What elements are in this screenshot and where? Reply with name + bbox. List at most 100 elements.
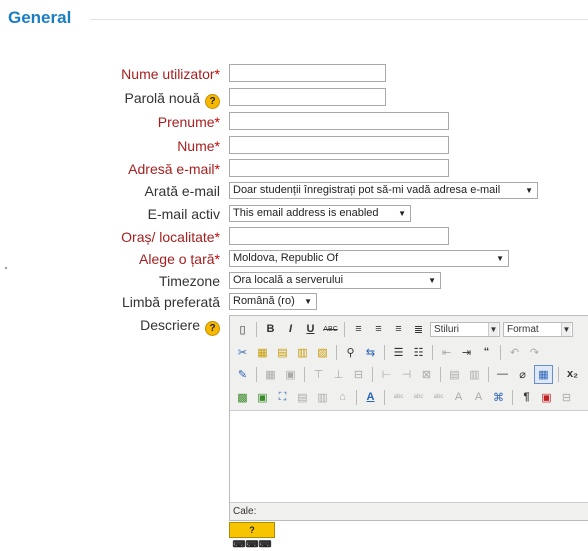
delete-col-icon[interactable]: ⊠	[418, 366, 435, 383]
row-email: Adresă e-mail*	[0, 159, 588, 179]
outdent-icon[interactable]: ⇤	[438, 344, 455, 361]
paste-icon[interactable]: ▤	[274, 344, 291, 361]
undo-icon[interactable]: ↶	[506, 344, 523, 361]
row-email-active: E-mail activ This email address is enabl…	[0, 204, 588, 224]
toolbar-separator	[356, 389, 357, 405]
edit-icon[interactable]: ✎	[234, 366, 251, 383]
timezone-label: Timezone	[159, 273, 220, 289]
char-map-icon[interactable]: ⌘	[490, 389, 507, 406]
align-justify-icon[interactable]: ≣	[410, 321, 427, 338]
spellcheck-2-icon[interactable]: abc	[410, 389, 427, 406]
merge-cells-icon[interactable]: ▤	[446, 366, 463, 383]
help-icon[interactable]: ?	[205, 94, 220, 109]
new-password-input[interactable]	[229, 88, 386, 106]
align-center-icon[interactable]: ≡	[370, 321, 387, 338]
bullet-list-icon[interactable]: ☰	[390, 344, 407, 361]
visual-aid-icon[interactable]: ▦	[534, 364, 553, 384]
unlink-icon[interactable]: ▥	[314, 389, 331, 406]
nonbreaking-icon[interactable]: ▣	[538, 389, 555, 406]
row-after-icon[interactable]: ⊥	[330, 366, 347, 383]
col-after-icon[interactable]: ⊣	[398, 366, 415, 383]
chevron-down-icon: ▼	[488, 322, 498, 336]
path-label: Cale:	[233, 506, 257, 517]
remove-format-icon[interactable]: ⌀	[514, 366, 531, 383]
copy-icon[interactable]: ▦	[254, 344, 271, 361]
username-label: Nume utilizator*	[121, 66, 220, 82]
font-smaller-icon[interactable]: A	[450, 389, 467, 406]
new-document-icon[interactable]: ▯	[234, 321, 251, 338]
numbered-list-icon[interactable]: ☷	[410, 344, 427, 361]
split-cells-icon[interactable]: ▥	[466, 366, 483, 383]
toolbar-separator	[512, 389, 513, 405]
legend-divider	[90, 19, 588, 20]
firstname-input[interactable]	[229, 112, 449, 130]
image-icon[interactable]: ▩	[234, 389, 251, 406]
email-active-select[interactable]: This email address is enabled ▼	[229, 205, 411, 222]
cut-icon[interactable]: ✂	[234, 344, 251, 361]
chevron-down-icon: ▼	[496, 254, 504, 263]
paste-text-icon[interactable]: ▥	[294, 344, 311, 361]
delete-row-icon[interactable]: ⊟	[350, 366, 367, 383]
row-username: Nume utilizator*	[0, 64, 588, 84]
find-icon[interactable]: ⚲	[342, 344, 359, 361]
align-left-icon[interactable]: ≡	[350, 321, 367, 338]
bold-button[interactable]: B	[262, 321, 279, 338]
pagebreak-icon[interactable]: ⊟	[558, 389, 575, 406]
username-input[interactable]	[229, 64, 386, 82]
font-larger-icon[interactable]: A	[470, 389, 487, 406]
col-before-icon[interactable]: ⊢	[378, 366, 395, 383]
editor-toolbar: ▯ B I U ABC ≡ ≡ ≡ ≣ Stiluri ▼ Format ▼ ✂ ▦…	[230, 316, 588, 411]
email-display-select[interactable]: Doar studenții înregistrați pot să-mi va…	[229, 182, 538, 199]
spellcheck-3-icon[interactable]: abc	[430, 389, 447, 406]
language-select[interactable]: Română (ro) ▼	[229, 293, 317, 310]
row-before-icon[interactable]: ⊤	[310, 366, 327, 383]
subscript-icon[interactable]: x₂	[564, 366, 581, 383]
link-icon[interactable]: ▤	[294, 389, 311, 406]
paste-word-icon[interactable]: ▧	[314, 344, 331, 361]
align-right-icon[interactable]: ≡	[390, 321, 407, 338]
lastname-label: Nume*	[177, 138, 220, 154]
row-country: Alege o țară* Moldova, Republic Of ▼	[0, 249, 588, 269]
general-section-legend[interactable]: General	[8, 8, 71, 28]
horizontal-rule-icon[interactable]: —	[494, 366, 511, 383]
italic-button[interactable]: I	[282, 321, 299, 338]
table-icon[interactable]: ▦	[262, 366, 279, 383]
replace-icon[interactable]: ⇆	[362, 344, 379, 361]
help-icon[interactable]: ?	[205, 321, 220, 336]
email-input[interactable]	[229, 159, 449, 177]
underline-button[interactable]: U	[302, 321, 319, 338]
description-textarea[interactable]	[230, 411, 588, 503]
cleanup-icon[interactable]: ⌂	[334, 389, 351, 406]
toolbar-separator	[432, 344, 433, 360]
media-icon[interactable]: ▣	[254, 389, 271, 406]
toolbar-row-1: ▯ B I U ABC ≡ ≡ ≡ ≣ Stiluri ▼ Format ▼	[234, 319, 573, 339]
styles-select[interactable]: Stiluri ▼	[430, 321, 500, 337]
row-language: Limbă preferată Română (ro) ▼	[0, 292, 588, 312]
toolbar-separator	[256, 366, 257, 382]
anchor-icon[interactable]: ⛶	[274, 389, 291, 406]
country-label: Alege o țară*	[139, 251, 220, 267]
toolbar-row-3: ✎ ▦ ▣ ⊤ ⊥ ⊟ ⊢ ⊣ ⊠ ▤ ▥ — ⌀ ▦ x₂	[234, 364, 581, 384]
strikethrough-button[interactable]: ABC	[322, 321, 339, 338]
timezone-select[interactable]: Ora locală a serverului ▼	[229, 272, 441, 289]
email-display-label: Arată e-mail	[144, 183, 220, 199]
format-select[interactable]: Format ▼	[503, 321, 573, 337]
toolbar-separator	[304, 366, 305, 382]
city-input[interactable]	[229, 227, 449, 245]
table-props-icon[interactable]: ▣	[282, 366, 299, 383]
spellcheck-1-icon[interactable]: abc	[390, 389, 407, 406]
city-label: Oraș/ localitate*	[121, 229, 220, 245]
toolbar-separator	[336, 344, 337, 360]
country-select[interactable]: Moldova, Republic Of ▼	[229, 250, 509, 267]
new-password-label: Parolă nouă?	[124, 90, 220, 109]
lastname-input[interactable]	[229, 136, 449, 154]
keyboard-help-icon[interactable]: ? ⌨⌨⌨	[229, 522, 275, 549]
text-color-icon[interactable]: A	[362, 389, 379, 406]
blockquote-button[interactable]: “	[478, 344, 495, 361]
editor-path-bar: Cale:	[230, 502, 588, 520]
row-timezone: Timezone Ora locală a serverului ▼	[0, 271, 588, 291]
redo-icon[interactable]: ↷	[526, 344, 543, 361]
toolbar-separator	[344, 321, 345, 337]
paragraph-icon[interactable]: ¶	[518, 389, 535, 406]
indent-icon[interactable]: ⇥	[458, 344, 475, 361]
